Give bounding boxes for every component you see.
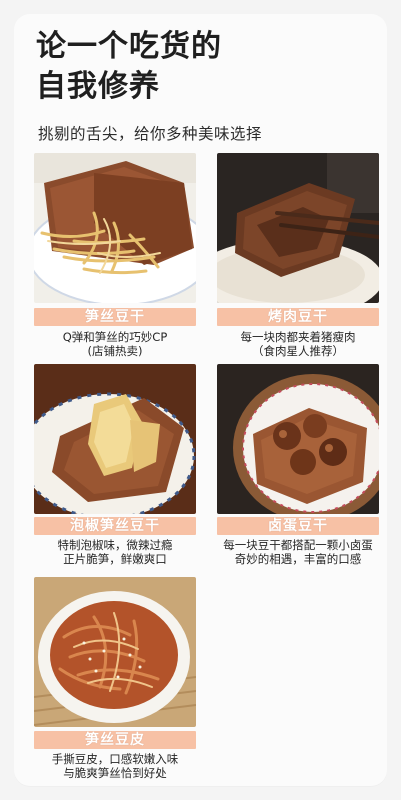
product-name: 泡椒笋丝豆干 (70, 518, 160, 534)
product-photo (34, 364, 196, 514)
product-photo (34, 577, 196, 727)
product-description: Q弹和笋丝的巧妙CP (店铺热卖) (34, 330, 196, 358)
product-photo (217, 153, 379, 303)
page-subtitle: 挑剔的舌尖，给你多种美味选择 (38, 125, 263, 143)
product-description-line-2: 与脆爽笋丝恰到好处 (63, 766, 167, 780)
product-label-bar: 卤蛋豆干 (217, 517, 379, 535)
product-description-line-1: 每一块肉都夹着猪瘦肉 (240, 330, 356, 344)
product-name: 笋丝豆干 (85, 309, 145, 325)
page-title-line-2: 自我修养 (36, 69, 160, 104)
product-name: 笋丝豆皮 (85, 732, 145, 748)
page-title-line-1: 论一个吃货的 (36, 29, 222, 64)
product-description: 手撕豆皮，口感软嫩入味 与脆爽笋丝恰到好处 (34, 752, 196, 780)
product-description-line-2: （食肉星人推荐） (252, 344, 344, 358)
product-description-line-1: Q弹和笋丝的巧妙CP (62, 330, 168, 344)
product-description: 每一块肉都夹着猪瘦肉 （食肉星人推荐） (217, 330, 379, 358)
product-label-bar: 笋丝豆干 (34, 308, 196, 326)
product-name: 烤肉豆干 (268, 309, 328, 325)
product-description-line-1: 手撕豆皮，口感软嫩入味 (51, 752, 179, 766)
product-description-line-1: 特制泡椒味，微辣过瘾 (57, 538, 173, 552)
product-description-line-2: 奇妙的相遇，丰富的口感 (234, 552, 362, 566)
product-photo (217, 364, 379, 514)
product-label-bar: 笋丝豆皮 (34, 731, 196, 749)
product-description: 每一块豆干都搭配一颗小卤蛋 奇妙的相遇，丰富的口感 (217, 538, 379, 566)
product-label-bar: 泡椒笋丝豆干 (34, 517, 196, 535)
product-description: 特制泡椒味，微辣过瘾 正片脆笋，鲜嫩爽口 (34, 538, 196, 566)
product-photo (34, 153, 196, 303)
product-description-line-2: (店铺热卖) (87, 344, 143, 358)
product-name: 卤蛋豆干 (268, 518, 328, 534)
product-description-line-1: 每一块豆干都搭配一颗小卤蛋 (223, 538, 373, 552)
page: 论一个吃货的 自我修养 挑剔的舌尖，给你多种美味选择 笋丝豆干 Q弹和笋丝的巧妙… (0, 0, 401, 800)
product-description-line-2: 正片脆笋，鲜嫩爽口 (63, 552, 167, 566)
product-label-bar: 烤肉豆干 (217, 308, 379, 326)
